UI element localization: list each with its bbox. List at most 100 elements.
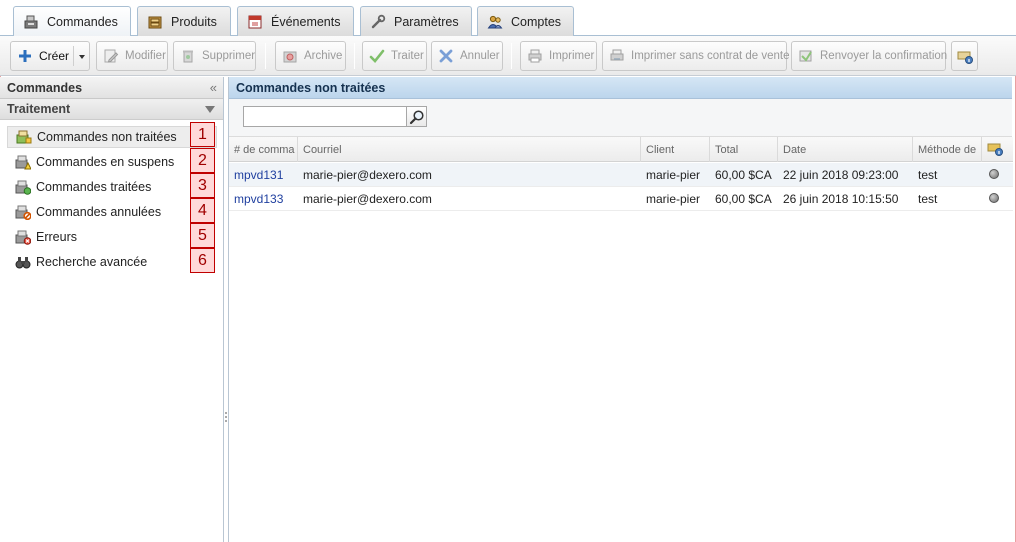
column-header-email[interactable]: Courriel: [298, 137, 641, 162]
binoculars-icon: [15, 254, 31, 270]
process-button[interactable]: Traiter: [362, 41, 427, 71]
resend-confirmation-button[interactable]: Renvoyer la confirmation: [791, 41, 948, 71]
tab-comptes[interactable]: Comptes: [477, 6, 574, 36]
archive-label: Archive: [304, 50, 343, 62]
left-panel: Commandes « Traitement Commandes non tra…: [0, 77, 224, 542]
calendar-icon: [247, 14, 263, 30]
main-panel: Commandes non traitées # de comma Courri…: [228, 77, 1013, 542]
nav-item-label: Recherche avancée: [36, 255, 148, 269]
unprocessed-orders-icon: [16, 129, 32, 145]
date-cell: 22 juin 2018 09:23:00: [783, 168, 899, 182]
product-box-icon: [147, 14, 163, 30]
tab-produits[interactable]: Produits: [137, 6, 231, 36]
chevron-down-icon[interactable]: [79, 55, 85, 59]
nav-item-commandes-traitees[interactable]: Commandes traitées: [7, 176, 217, 198]
create-split-divider: [73, 46, 74, 66]
ticket-info-icon: [987, 140, 1003, 159]
delete-label: Supprimer: [202, 50, 256, 62]
tab-label: Produits: [171, 14, 217, 29]
print-no-contract-label: Imprimer sans contrat de vente: [631, 50, 790, 62]
section-header-traitement[interactable]: Traitement: [0, 99, 223, 120]
print-button[interactable]: Imprimer: [520, 41, 597, 71]
nav-item-label: Commandes traitées: [36, 180, 152, 194]
nav-item-label: Commandes en suspens: [36, 155, 175, 169]
nav-item-recherche-avancee[interactable]: Recherche avancée: [7, 251, 217, 273]
search-bar: [229, 99, 1012, 137]
date-cell: 26 juin 2018 10:15:50: [783, 192, 899, 206]
toolbar-separator: [511, 43, 512, 69]
triangle-down-icon[interactable]: [205, 105, 215, 113]
nav-item-commandes-non-traitees[interactable]: Commandes non traitées: [7, 126, 217, 148]
nav-item-label: Commandes non traitées: [37, 130, 177, 144]
cancelled-orders-icon: [15, 204, 32, 221]
tab-commandes[interactable]: Commandes: [13, 6, 131, 37]
column-header-client[interactable]: Client: [641, 137, 710, 162]
grid-header: # de comma Courriel Client Total Date Mé…: [229, 137, 1013, 162]
email-cell: marie-pier@dexero.com: [303, 192, 432, 206]
status-dot-icon: [989, 169, 999, 179]
archive-button[interactable]: Archive: [275, 41, 346, 71]
resend-label: Renvoyer la confirmation: [820, 50, 948, 62]
left-panel-title: Commandes: [7, 80, 83, 95]
tab-label: Événements: [271, 14, 341, 29]
error-icon: [15, 229, 32, 245]
column-header-total[interactable]: Total: [710, 137, 778, 162]
table-row[interactable]: mpvd133 marie-pier@dexero.com marie-pier…: [229, 187, 1013, 211]
tab-evenements[interactable]: Événements: [237, 6, 354, 36]
annotation-badge-5: 5: [190, 223, 215, 248]
resend-mail-icon: [798, 48, 814, 64]
tab-label: Comptes: [511, 14, 562, 29]
left-panel-header: Commandes «: [0, 77, 223, 99]
collapse-panel-icon[interactable]: «: [210, 80, 217, 95]
trash-icon: [180, 48, 196, 64]
total-cell: 60,00 $CA: [715, 192, 772, 206]
print-no-contract-button[interactable]: Imprimer sans contrat de vente: [602, 41, 790, 71]
processed-orders-icon: [15, 179, 32, 195]
ticket-info-icon: [957, 48, 973, 64]
delete-button[interactable]: Supprimer: [173, 41, 256, 71]
create-button[interactable]: Créer: [10, 41, 90, 71]
column-header-payment-method[interactable]: Méthode de: [913, 137, 982, 162]
create-label: Créer: [39, 49, 70, 63]
toolbar-separator: [265, 43, 266, 69]
email-cell: marie-pier@dexero.com: [303, 168, 432, 182]
client-cell: marie-pier: [646, 168, 701, 182]
tab-label: Paramètres: [394, 14, 459, 29]
cash-register-icon: [23, 14, 39, 30]
nav-item-commandes-en-suspens[interactable]: Commandes en suspens: [7, 151, 217, 173]
process-label: Traiter: [391, 50, 424, 62]
table-row[interactable]: mpvd131 marie-pier@dexero.com marie-pier…: [229, 163, 1013, 187]
main-panel-title: Commandes non traitées: [236, 80, 386, 95]
plus-icon: [17, 48, 33, 64]
edit-pencil-icon: [103, 48, 119, 64]
status-dot-icon: [989, 193, 999, 203]
toolbar: Créer Modifier Supprimer Archive Traiter…: [0, 36, 1016, 76]
column-header-date[interactable]: Date: [778, 137, 913, 162]
annotation-badge-4: 4: [190, 198, 215, 223]
section-title: Traitement: [7, 102, 71, 116]
tab-parametres[interactable]: Paramètres: [360, 6, 472, 36]
total-cell: 60,00 $CA: [715, 168, 772, 182]
nav-item-erreurs[interactable]: Erreurs: [7, 226, 217, 248]
magnifier-icon: [409, 109, 425, 128]
search-input[interactable]: [243, 106, 407, 127]
nav-item-label: Erreurs: [36, 230, 77, 244]
tab-label: Commandes: [47, 15, 118, 29]
client-cell: marie-pier: [646, 192, 701, 206]
annotation-badge-1: 1: [190, 122, 215, 147]
order-number-cell[interactable]: mpvd131: [229, 163, 298, 187]
method-cell: test: [918, 192, 938, 206]
modify-label: Modifier: [125, 50, 166, 62]
archive-icon: [282, 48, 298, 64]
cancel-button[interactable]: Annuler: [431, 41, 503, 71]
column-header-order-number[interactable]: # de comma: [229, 137, 298, 162]
cancel-label: Annuler: [460, 50, 500, 62]
order-info-button[interactable]: [951, 41, 978, 71]
nav-item-commandes-annulees[interactable]: Commandes annulées: [7, 201, 217, 223]
order-number-cell[interactable]: mpvd133: [229, 187, 298, 211]
search-button[interactable]: [406, 106, 427, 127]
modify-button[interactable]: Modifier: [96, 41, 168, 71]
method-cell: test: [918, 168, 938, 182]
column-header-status[interactable]: [982, 137, 1013, 162]
checkmark-icon: [369, 48, 385, 64]
